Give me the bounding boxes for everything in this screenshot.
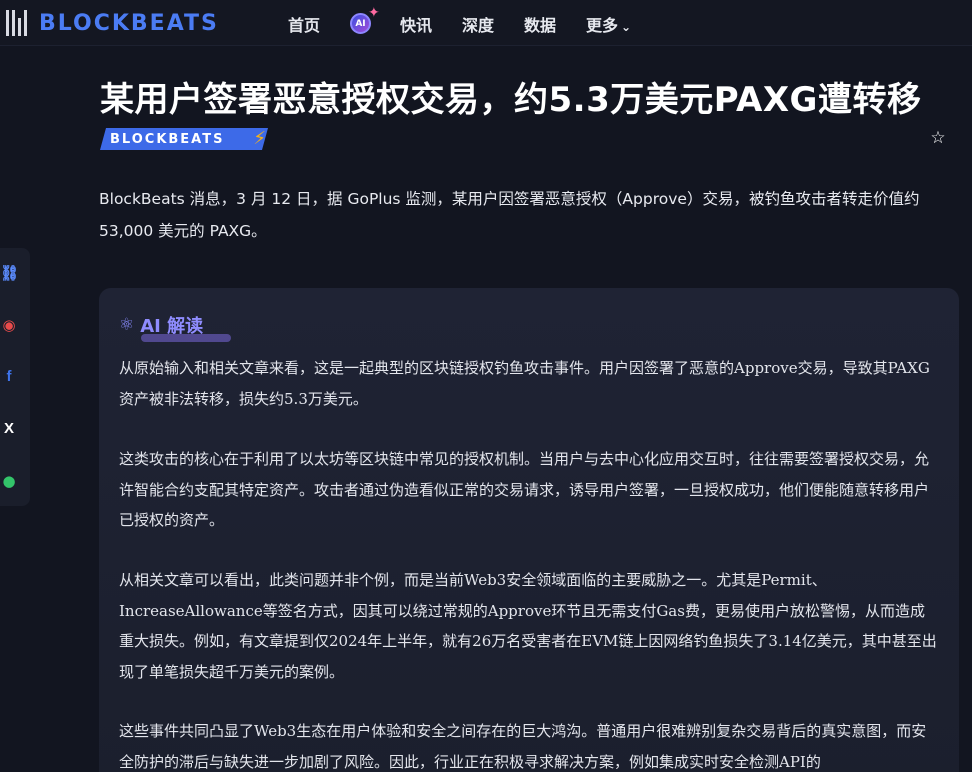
chevron-down-icon: ⌄ (621, 20, 632, 34)
nav-item-data[interactable]: 数据 (524, 12, 556, 36)
sparkle-icon: ✦ (368, 5, 380, 21)
ai-paragraph-2: 这类攻击的核心在于利用了以太坊等区块链中常见的授权机制。当用户与去中心化应用交互… (119, 450, 930, 529)
article-title: 某用户签署恶意授权交易，约5.3万美元PAXG遭转移 (100, 80, 922, 120)
x-icon[interactable]: X (0, 420, 18, 438)
nav-ai-badge[interactable]: AI ✦ (350, 5, 380, 37)
nav-item-more[interactable]: 更多 ⌄ (586, 12, 631, 36)
source-tag: BLOCKBEATS ⚡ (100, 128, 268, 150)
heading-highlight (141, 334, 231, 342)
nav-item-depth[interactable]: 深度 (462, 12, 494, 36)
nav-more-label: 更多 (586, 16, 619, 35)
ai-interpretation-card: ⚛ AI 解读 从原始输入和相关文章来看，这是一起典型的区块链授权钓鱼攻击事件。… (99, 288, 959, 772)
top-nav: BLOCKBEATS 首页 AI ✦ 快讯 深度 数据 更多 ⌄ (0, 0, 972, 46)
lightning-icon: ⚡ (253, 128, 266, 149)
ai-paragraph-1: 从原始输入和相关文章来看，这是一起典型的区块链授权钓鱼攻击事件。用户因签署了恶意… (119, 359, 930, 408)
atom-icon: ⚛ (119, 315, 135, 335)
article-lead: BlockBeats 消息，3 月 12 日，据 GoPlus 监测，某用户因签… (99, 190, 920, 240)
facebook-icon[interactable]: f (0, 368, 18, 386)
ai-paragraph-4: 这些事件共同凸显了Web3生态在用户体验和安全之间存在的巨大鸿沟。普通用户很难辨… (119, 722, 927, 771)
share-rail: ⛓ ◉ f X ● (0, 248, 30, 506)
star-outline-icon[interactable]: ☆ (928, 128, 948, 148)
nav-item-newsflash[interactable]: 快讯 (400, 12, 432, 36)
site-logo[interactable]: BLOCKBEATS (6, 9, 219, 37)
link-icon[interactable]: ⛓ (0, 264, 19, 282)
logo-text: BLOCKBEATS (39, 10, 219, 36)
ai-card-heading: ⚛ AI 解读 (119, 310, 231, 342)
logo-mark-icon (6, 10, 27, 36)
wechat-icon[interactable]: ● (0, 472, 18, 490)
weibo-icon[interactable]: ◉ (0, 316, 18, 334)
nav-item-home[interactable]: 首页 (288, 12, 320, 36)
source-tag-label: BLOCKBEATS (110, 131, 225, 147)
ai-paragraph-3: 从相关文章可以看出，此类问题并非个例，而是当前Web3安全领域面临的主要威胁之一… (119, 571, 937, 681)
